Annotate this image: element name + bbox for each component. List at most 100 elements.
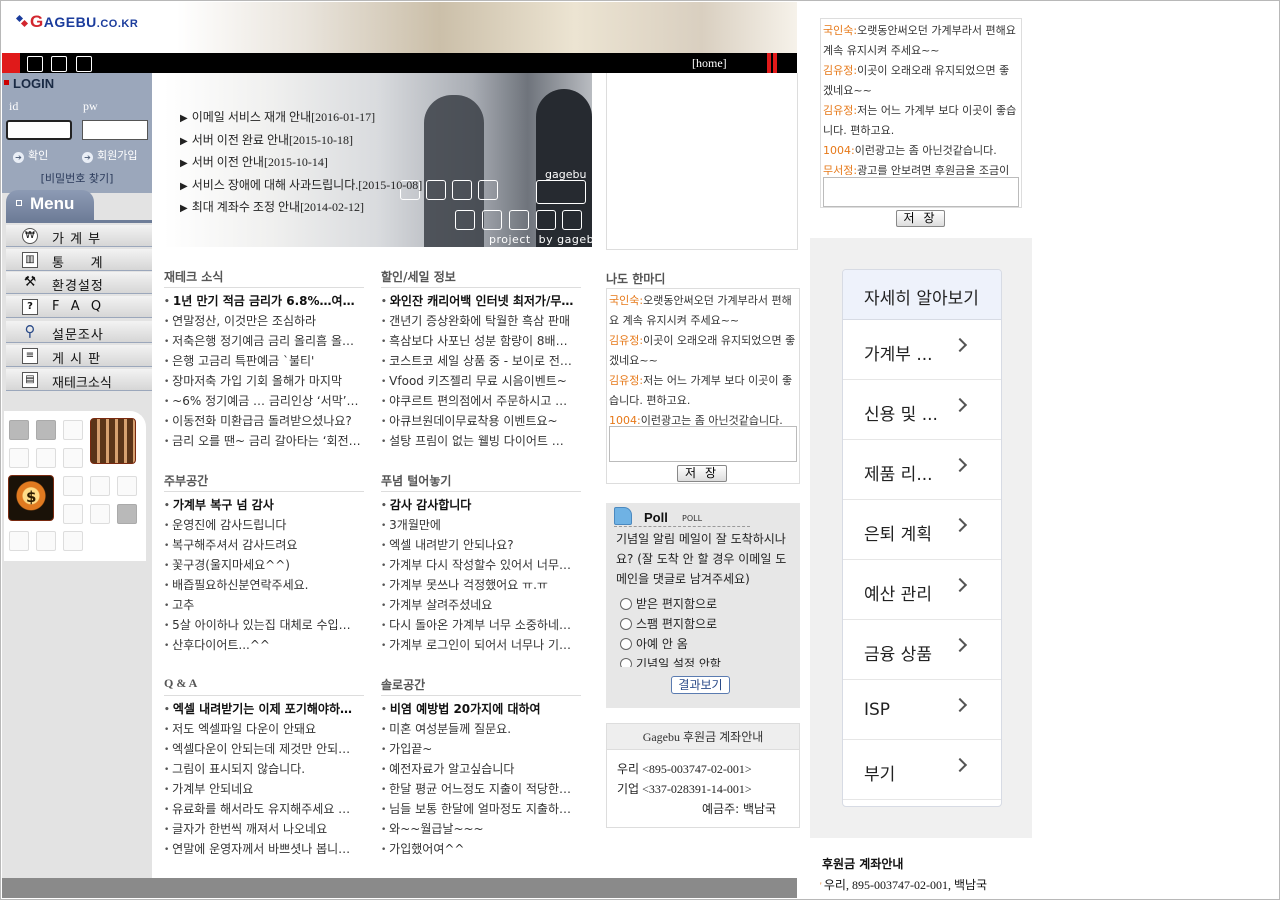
radio-icon[interactable] xyxy=(620,638,632,650)
menu-item-household-book[interactable]: ₩ 가 계 부 xyxy=(6,225,152,247)
nav-box-1[interactable] xyxy=(27,56,43,72)
list-item[interactable]: 미혼 여성분들께 질문요. xyxy=(381,720,581,740)
list-item[interactable]: 한달 평균 어느정도 지출이 적당한… xyxy=(381,780,581,800)
comment-list[interactable]: 국인숙:오랫동안써오던 가계부라서 편해요 계속 유지시켜 주세요~~ 김유정:… xyxy=(823,21,1019,175)
list-item[interactable]: ~6% 정기예금 … 금리인상 ‘서막’… xyxy=(164,392,364,412)
learn-more-item[interactable]: 신용 및 ... xyxy=(843,380,1001,440)
list-item[interactable]: 와인잔 캐리어백 인터넷 최저가/무… xyxy=(381,292,581,312)
list-item[interactable]: 다시 돌아온 가계부 너무 소중하네… xyxy=(381,616,581,636)
list-item[interactable]: 흑삼보다 사포닌 성분 함량이 8배… xyxy=(381,332,581,352)
list-item[interactable]: 야쿠르트 편의점에서 주문하시고 … xyxy=(381,392,581,412)
list-item[interactable]: 엑셀 내려받기는 이제 포기해야하… xyxy=(164,700,364,720)
learn-more-item[interactable]: ISP xyxy=(843,680,1001,740)
learn-more-item[interactable]: 가계부 ... xyxy=(843,320,1001,380)
list-item[interactable]: 복구해주셔서 감사드려요 xyxy=(164,536,364,556)
list-item[interactable]: 저축은행 정기예금 금리 올리흠 올… xyxy=(164,332,364,352)
list-item[interactable]: 운영진에 감사드립니다 xyxy=(164,516,364,536)
list-item[interactable]: 갠년기 증상완화에 탁월한 흑삼 판매 xyxy=(381,312,581,332)
notice-item[interactable]: ▶ 서버 이전 완료 안내[2015-10-18] xyxy=(180,131,422,154)
poll-option[interactable]: 받은 편지함으로 xyxy=(620,595,790,615)
id-input[interactable] xyxy=(6,120,72,140)
list-item[interactable]: 비염 예방법 20가지에 대하여 xyxy=(381,700,581,720)
list-item[interactable]: 가계부 복구 넘 감사 xyxy=(164,496,364,516)
list-item[interactable]: 저도 엑셀파일 다운이 안돼요 xyxy=(164,720,364,740)
notice-item[interactable]: ▶ 서버 이전 안내[2015-10-14] xyxy=(180,153,422,176)
list-item[interactable]: 가계부 다시 작성할수 있어서 너무… xyxy=(381,556,581,576)
menu-item-settings[interactable]: ⚒ 환경설정 xyxy=(6,272,152,294)
list-item[interactable]: 연말에 운영자께서 바쁘셧나 봅니… xyxy=(164,840,364,860)
list-item[interactable]: 설탕 프림이 없는 웰빙 다이어트 … xyxy=(381,432,581,452)
list-item[interactable]: 와~~월급날~~~ xyxy=(381,820,581,840)
nav-box-2[interactable] xyxy=(51,56,67,72)
list-item[interactable]: 5살 아이하나 있는집 대체로 수입… xyxy=(164,616,364,636)
comment-list[interactable]: 국인숙:오랫동안써오던 가계부라서 편해요 계속 유지시켜 주세요~~ 김유정:… xyxy=(609,291,797,426)
list-item[interactable]: 글자가 한번씩 깨져서 나오네요 xyxy=(164,820,364,840)
section-title[interactable]: 푸념 털어놓기 xyxy=(381,471,581,492)
join-button[interactable]: ➔ 회원가입 xyxy=(82,147,137,163)
home-link[interactable]: [home] xyxy=(692,56,727,71)
list-item[interactable]: 가입했어여^^ xyxy=(381,840,581,860)
poll-results-button[interactable]: 결과보기 xyxy=(671,676,730,694)
list-item[interactable]: 가계부 로그인이 되어서 너무나 기… xyxy=(381,636,581,656)
section-title[interactable]: 솔로공간 xyxy=(381,675,581,696)
learn-more-item[interactable]: 금융 상품 xyxy=(843,620,1001,680)
list-item[interactable]: 은행 고금리 특판예금 `불티' xyxy=(164,352,364,372)
nav-box-3[interactable] xyxy=(76,56,92,72)
list-item[interactable]: 1년 만기 적금 금리가 6.8%…여웃… xyxy=(164,292,364,312)
list-item[interactable]: 아큐브원데이무료착용 이벤트요~ xyxy=(381,412,581,432)
list-item[interactable]: 가계부 안되네요 xyxy=(164,780,364,800)
menu-item-survey[interactable]: ⚲ 설문조사 xyxy=(6,321,152,343)
section-title[interactable]: Q & A xyxy=(164,675,364,696)
list-item[interactable]: 꽃구경(울지마세요^^) xyxy=(164,556,364,576)
list-item[interactable]: 가계부 살려주셨네요 xyxy=(381,596,581,616)
section-title[interactable]: 주부공간 xyxy=(164,471,364,492)
list-item[interactable]: 이동전화 미환급금 돌려받으셨나요? xyxy=(164,412,364,432)
login-button[interactable]: ➔ 확인 xyxy=(13,147,48,163)
section-title[interactable]: 재테크 소식 xyxy=(164,267,364,288)
list-item[interactable]: 연말정산, 이것만은 조심하라 xyxy=(164,312,364,332)
menu-item-board[interactable]: ≡ 게 시 판 xyxy=(6,345,152,367)
learn-more-item[interactable]: 부기 xyxy=(843,740,1001,800)
notice-item[interactable]: ▶ 서비스 장애에 대해 사과드립니다.[2015-10-08] xyxy=(180,176,422,199)
menu-item-faq[interactable]: ? F A Q xyxy=(6,296,152,318)
poll-option[interactable]: 기념일 설정 안함 xyxy=(620,655,790,667)
password-input[interactable] xyxy=(82,120,148,140)
learn-more-item[interactable]: 제품 리... xyxy=(843,440,1001,500)
list-item[interactable]: 배즙필요하신분연락주세요. xyxy=(164,576,364,596)
poll-option[interactable]: 스팸 편지함으로 xyxy=(620,615,790,635)
list-item[interactable]: 산후다이어트...^^ xyxy=(164,636,364,656)
list-item[interactable]: 고추 xyxy=(164,596,364,616)
section-title[interactable]: 할인/세일 정보 xyxy=(381,267,581,288)
list-item[interactable]: 감사 감사합니다 xyxy=(381,496,581,516)
save-button[interactable]: 저 장 xyxy=(677,465,727,482)
notice-item[interactable]: ▶ 최대 계좌수 조정 안내[2014-02-12] xyxy=(180,198,422,221)
radio-icon[interactable] xyxy=(620,618,632,630)
list-item[interactable]: 가입끝~ xyxy=(381,740,581,760)
radio-icon[interactable] xyxy=(620,658,632,667)
banner-credit: project by gagebu xyxy=(489,233,602,246)
list-item[interactable]: Vfood 키즈젤리 무료 시음이벤트~ xyxy=(381,372,581,392)
list-item[interactable]: 그림이 표시되지 않습니다. xyxy=(164,760,364,780)
learn-more-item[interactable]: 예산 관리 xyxy=(843,560,1001,620)
notice-item[interactable]: ▶ 이메일 서비스 재개 안내[2016-01-17] xyxy=(180,108,422,131)
comment-textarea[interactable] xyxy=(823,177,1019,207)
list-item[interactable]: 님들 보통 한달에 얼마정도 지출하… xyxy=(381,800,581,820)
find-password-link[interactable]: [비밀번호 찾기] xyxy=(2,170,152,186)
learn-more-item[interactable]: 은퇴 계획 xyxy=(843,500,1001,560)
list-item[interactable]: 3개월만에 xyxy=(381,516,581,536)
list-item[interactable]: 금리 오를 땐~ 금리 갈아타는 ‘회전… xyxy=(164,432,364,452)
list-item[interactable]: 가계부 못쓰나 걱정했어요 ㅠ.ㅠ xyxy=(381,576,581,596)
list-item[interactable]: 엑셀 내려받기 안되나요? xyxy=(381,536,581,556)
comment-textarea[interactable] xyxy=(609,426,797,462)
list-item[interactable]: 유료화를 해서라도 유지해주세요 … xyxy=(164,800,364,820)
list-item[interactable]: 예전자료가 알고싶습니다 xyxy=(381,760,581,780)
list-item[interactable]: 장마저축 가입 기회 올해가 마지막 xyxy=(164,372,364,392)
menu-item-statistics[interactable]: ▥ 통 계 xyxy=(6,249,152,271)
menu-item-finance-news[interactable]: ▤ 재테크소식 xyxy=(6,369,152,391)
save-button[interactable]: 저 장 xyxy=(896,210,945,227)
poll-option[interactable]: 아예 안 옴 xyxy=(620,635,790,655)
list-item[interactable]: 엑셀다운이 안되는데 제것만 안되… xyxy=(164,740,364,760)
list-item[interactable]: 코스트코 세일 상품 중 - 보이로 전… xyxy=(381,352,581,372)
radio-icon[interactable] xyxy=(620,598,632,610)
site-logo[interactable]: GAGEBU.CO.KR xyxy=(15,12,138,32)
